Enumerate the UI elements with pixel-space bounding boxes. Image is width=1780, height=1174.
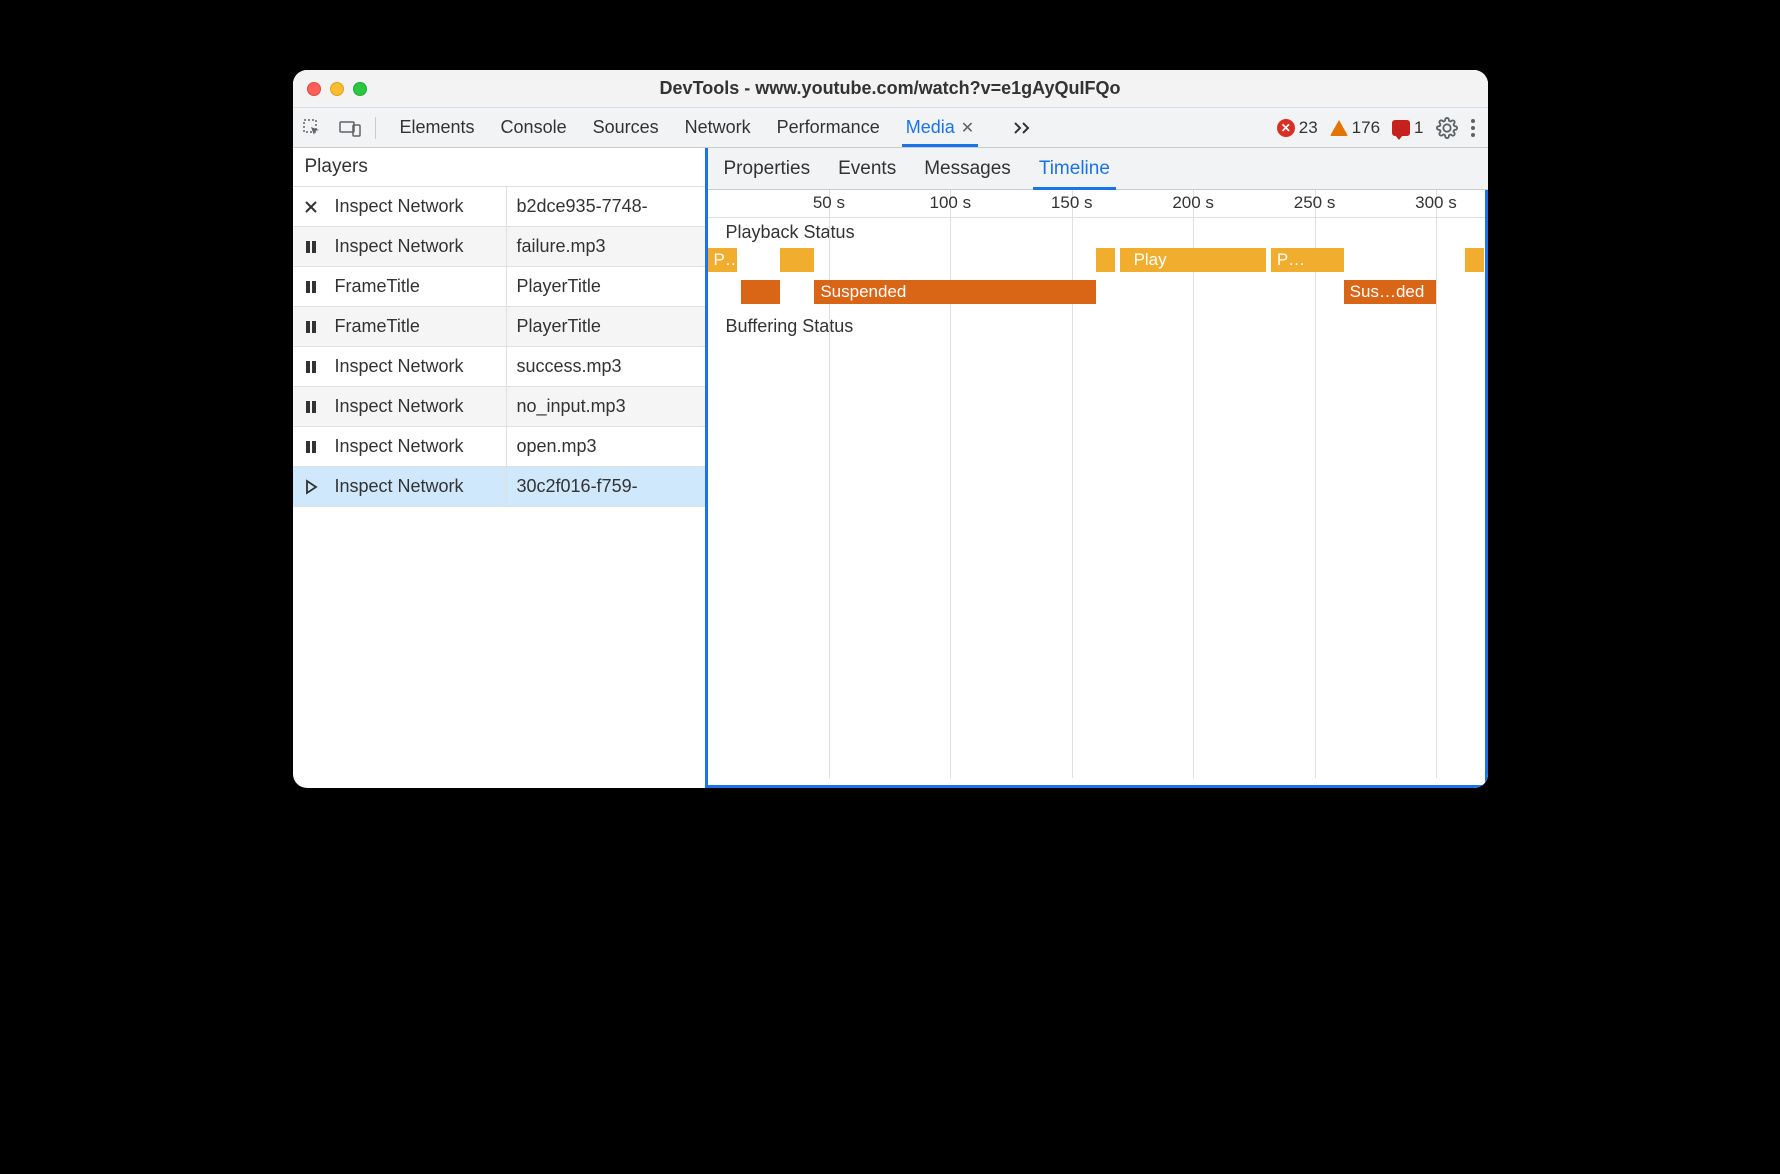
warning-count[interactable]: 176 — [1330, 118, 1380, 138]
timeline-area[interactable]: 50 s 100 s 150 s 200 s 250 s 300 s Playback S… — [708, 190, 1488, 788]
warning-count-value: 176 — [1352, 118, 1380, 138]
player-title: 30c2f016-f759- — [507, 476, 705, 497]
close-icon — [293, 199, 329, 215]
player-title: failure.mp3 — [507, 236, 705, 257]
tab-performance[interactable]: Performance — [777, 108, 880, 147]
timeline-ruler: 50 s 100 s 150 s 200 s 250 s 300 s — [708, 190, 1485, 218]
pause-icon — [293, 319, 329, 335]
error-icon: ✕ — [1277, 119, 1295, 137]
buffering-status-label: Buffering Status — [726, 316, 854, 337]
playback-bar[interactable]: P… — [708, 248, 737, 272]
pause-icon — [293, 239, 329, 255]
tab-elements[interactable]: Elements — [400, 108, 475, 147]
players-header: Players — [293, 148, 705, 187]
message-count-value: 1 — [1414, 118, 1423, 138]
player-frame-name: FrameTitle — [329, 307, 507, 346]
player-title: success.mp3 — [507, 356, 705, 377]
player-row[interactable]: FrameTitlePlayerTitle — [293, 267, 705, 307]
player-row[interactable]: Inspect Networksuccess.mp3 — [293, 347, 705, 387]
player-row[interactable]: FrameTitlePlayerTitle — [293, 307, 705, 347]
more-tabs-icon[interactable] — [1014, 121, 1034, 135]
player-title: open.mp3 — [507, 436, 705, 457]
players-list: Inspect Networkb2dce935-7748-Inspect Net… — [293, 187, 705, 788]
toolbar-separator — [375, 117, 376, 139]
ruler-tick: 200 s — [1172, 193, 1214, 213]
player-row[interactable]: Inspect Networkno_input.mp3 — [293, 387, 705, 427]
ruler-tick: 250 s — [1294, 193, 1336, 213]
tab-sources[interactable]: Sources — [593, 108, 659, 147]
playback-bar[interactable]: Play — [1128, 248, 1266, 272]
traffic-lights — [307, 82, 367, 96]
player-row[interactable]: Inspect Networkb2dce935-7748- — [293, 187, 705, 227]
more-options-icon[interactable] — [1470, 118, 1476, 138]
pause-icon — [293, 399, 329, 415]
suspended-bar[interactable]: Suspended — [814, 280, 1096, 304]
playback-bar[interactable] — [1096, 248, 1115, 272]
message-count[interactable]: 1 — [1392, 118, 1423, 138]
ruler-tick: 150 s — [1051, 193, 1093, 213]
suspended-bar[interactable] — [741, 280, 780, 304]
close-window-button[interactable] — [307, 82, 321, 96]
tab-media[interactable]: Media ✕ — [906, 108, 974, 147]
player-frame-name: Inspect Network — [329, 187, 507, 226]
play-icon — [293, 479, 329, 495]
inspect-element-icon[interactable] — [293, 108, 331, 147]
playback-bar[interactable] — [1465, 248, 1484, 272]
device-toolbar-icon[interactable] — [331, 108, 369, 147]
minimize-window-button[interactable] — [330, 82, 344, 96]
player-title: PlayerTitle — [507, 276, 705, 297]
player-row[interactable]: Inspect Network30c2f016-f759- — [293, 467, 705, 507]
timeline-tracks: Playback Status Buffering Status P…PlayP… — [708, 218, 1485, 778]
subtab-properties[interactable]: Properties — [724, 148, 811, 189]
devtools-window: DevTools - www.youtube.com/watch?v=e1gAy… — [293, 70, 1488, 788]
player-title: b2dce935-7748- — [507, 196, 705, 217]
ruler-tick: 100 s — [930, 193, 972, 213]
media-subtabs: Properties Events Messages Timeline — [708, 148, 1488, 190]
player-row[interactable]: Inspect Networkfailure.mp3 — [293, 227, 705, 267]
ruler-tick: 50 s — [813, 193, 845, 213]
player-title: no_input.mp3 — [507, 396, 705, 417]
suspended-bar[interactable]: Sus…ded — [1344, 280, 1436, 304]
error-count-value: 23 — [1299, 118, 1318, 138]
ruler-tick: 300 s — [1415, 193, 1457, 213]
player-frame-name: Inspect Network — [329, 347, 507, 386]
player-row[interactable]: Inspect Networkopen.mp3 — [293, 427, 705, 467]
players-sidebar: Players Inspect Networkb2dce935-7748-Ins… — [293, 148, 708, 788]
player-frame-name: FrameTitle — [329, 267, 507, 306]
window-titlebar: DevTools - www.youtube.com/watch?v=e1gAy… — [293, 70, 1488, 108]
tab-media-label: Media — [906, 117, 955, 138]
player-title: PlayerTitle — [507, 316, 705, 337]
playback-bar[interactable] — [780, 248, 814, 272]
player-frame-name: Inspect Network — [329, 387, 507, 426]
player-frame-name: Inspect Network — [329, 227, 507, 266]
tab-network[interactable]: Network — [685, 108, 751, 147]
subtab-messages[interactable]: Messages — [924, 148, 1011, 189]
main-panel: Properties Events Messages Timeline 50 s… — [708, 148, 1488, 788]
subtab-events[interactable]: Events — [838, 148, 896, 189]
playback-status-label: Playback Status — [726, 222, 855, 243]
close-tab-icon[interactable]: ✕ — [961, 118, 974, 138]
error-count[interactable]: ✕ 23 — [1277, 118, 1318, 138]
settings-icon[interactable] — [1436, 117, 1458, 139]
player-frame-name: Inspect Network — [329, 427, 507, 466]
toolbar-left: Elements Console Sources Network Perform… — [293, 108, 1035, 147]
panel-tabs: Elements Console Sources Network Perform… — [382, 108, 1035, 147]
message-icon — [1392, 120, 1410, 136]
toolbar-right: ✕ 23 176 1 — [1277, 117, 1488, 139]
playback-bar[interactable]: P… — [1271, 248, 1344, 272]
warning-icon — [1330, 120, 1348, 136]
subtab-timeline[interactable]: Timeline — [1039, 148, 1110, 189]
panel-body: Players Inspect Networkb2dce935-7748-Ins… — [293, 148, 1488, 788]
player-frame-name: Inspect Network — [329, 467, 507, 506]
window-title: DevTools - www.youtube.com/watch?v=e1gAy… — [293, 78, 1488, 99]
pause-icon — [293, 279, 329, 295]
main-toolbar: Elements Console Sources Network Perform… — [293, 108, 1488, 148]
pause-icon — [293, 359, 329, 375]
zoom-window-button[interactable] — [353, 82, 367, 96]
tab-console[interactable]: Console — [501, 108, 567, 147]
pause-icon — [293, 439, 329, 455]
